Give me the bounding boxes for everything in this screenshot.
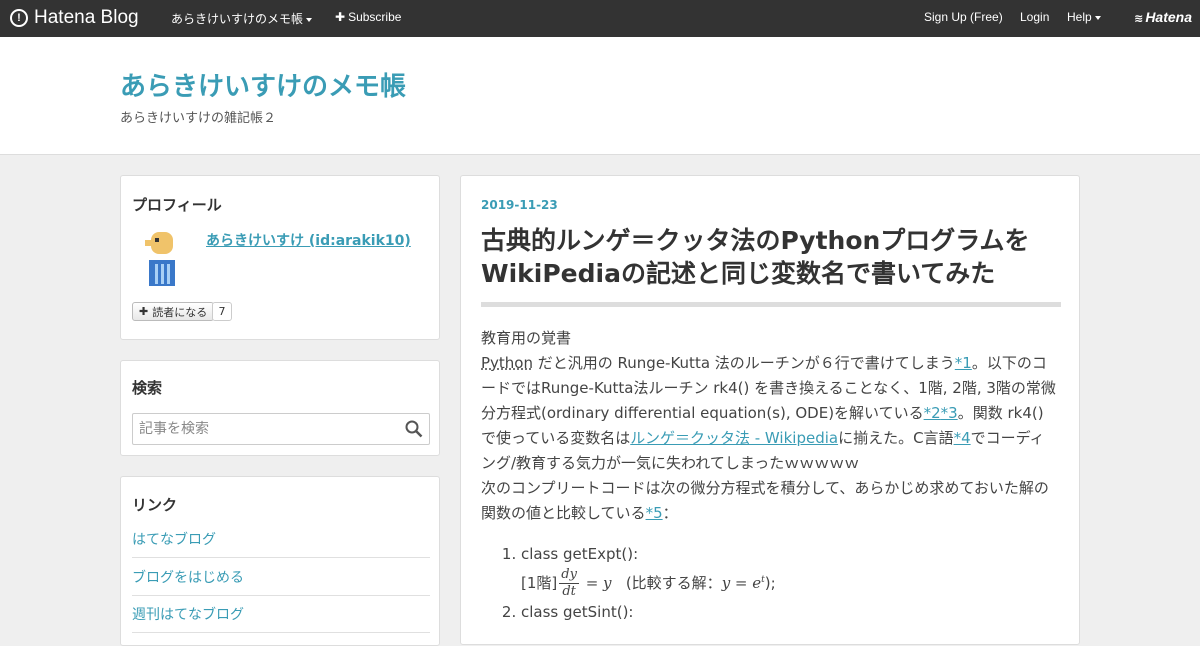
footnote-3[interactable]: *3 [941,404,958,422]
subscribe-button[interactable]: ✚ Subscribe [335,10,401,24]
paragraph: 教育用の覚書 [481,329,572,347]
blog-description: あらきけいすけの雑記帳２ [120,111,277,126]
keyword-python[interactable]: Python [481,354,533,372]
footnote-1[interactable]: *1 [955,354,972,372]
profile-module: プロフィール あらきけいすけ (id:arakik10) ✚ 読者になる 7 [120,175,440,340]
link-start-blog[interactable]: ブログをはじめる [132,567,430,596]
chevron-down-icon [1094,15,1101,20]
chevron-down-icon [306,17,313,22]
hatena-blog-logo[interactable]: ! Hatena Blog [10,6,139,30]
avatar[interactable] [141,230,185,288]
footnote-5[interactable]: *5 [646,504,663,522]
entry-article: 2019-11-23 古典的ルンゲ＝クッタ法のPythonプログラムをWikiP… [460,175,1080,645]
entry-body: 教育用の覚書 Python だと汎用の Runge-Kutta 法のルーチンが６… [481,326,1059,625]
equation-list: class getExpt(): [1階]dydt = y (比較する解：y =… [481,542,1059,625]
entry-title[interactable]: 古典的ルンゲ＝クッタ法のPythonプログラムをWikiPediaの記述と同じ変… [481,224,1061,307]
link-hatena-blog[interactable]: はてなブログ [132,529,430,558]
signup-link[interactable]: Sign Up (Free) [924,10,1003,24]
footnote-4[interactable]: *4 [954,429,971,447]
paragraph: 次のコンプリートコードは次の微分方程式を積分して、あらかじめ求めておいた解の関数… [481,479,1049,522]
plus-icon: ✚ [335,10,346,24]
paragraph: Python だと汎用の Runge-Kutta 法のルーチンが６行で書けてしま… [481,354,1056,472]
profile-name-link[interactable]: あらきけいすけ (id:arakik10) [206,230,411,250]
profile-heading: プロフィール [132,196,222,214]
login-link[interactable]: Login [1020,10,1049,24]
list-item: class getExpt(): [1階]dydt = y (比較する解：y =… [521,542,1059,600]
top-bar: ! Hatena Blog あらきけいすけのメモ帳 ✚ Subscribe Sig… [0,0,1200,37]
blog-title[interactable]: あらきけいすけのメモ帳 [120,66,406,103]
entry-date[interactable]: 2019-11-23 [481,198,558,212]
link-weekly-hatena-blog[interactable]: 週刊はてなブログ [132,604,430,633]
search-icon[interactable] [405,420,423,438]
hatena-logo[interactable]: ≋ Hatena [1134,9,1192,25]
list-item: class getSint(): [521,600,1059,625]
hatena-blog-icon: ! [10,9,28,27]
wikipedia-link[interactable]: ルンゲ＝クッタ法 - Wikipedia [630,429,838,447]
plus-icon: ✚ [139,305,149,318]
help-menu[interactable]: Help [1067,10,1101,24]
search-input[interactable] [132,413,430,445]
subscribe-reader-button[interactable]: ✚ 読者になる [132,302,215,321]
search-module: 検索 [120,360,440,456]
search-heading: 検索 [132,379,163,397]
blog-menu[interactable]: あらきけいすけのメモ帳 [171,10,313,27]
links-heading: リンク [132,496,178,514]
footnote-2[interactable]: *2 [924,404,941,422]
derivative-fraction: dy dt [559,567,579,599]
hatena-mark-icon: ≋ [1134,13,1144,25]
links-module: リンク はてなブログ ブログをはじめる 週刊はてなブログ [120,476,440,646]
subscriber-count: 7 [212,302,232,321]
